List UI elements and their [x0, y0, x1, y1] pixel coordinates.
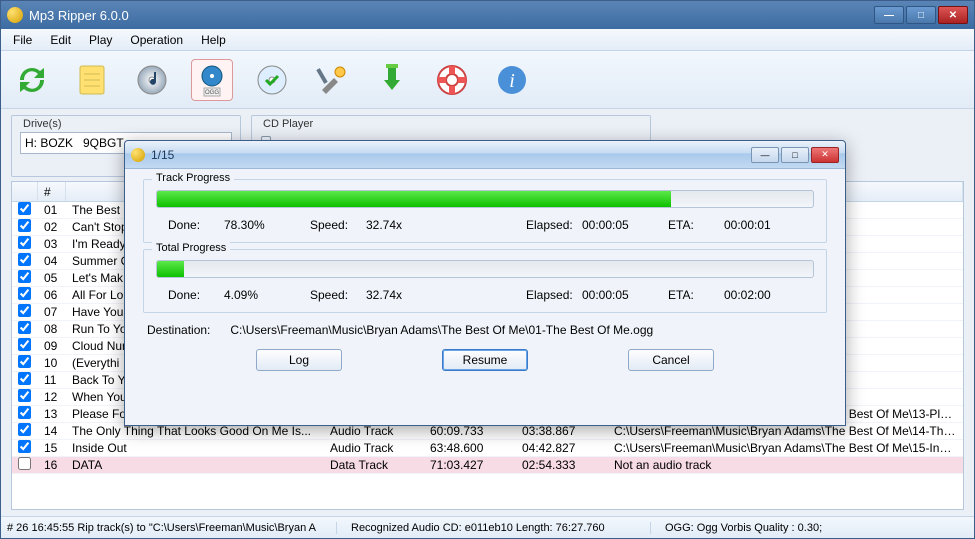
progress-dialog: 1/15 — □ ✕ Track Progress Done: 78.30% S… — [124, 140, 846, 426]
dialog-close-button[interactable]: ✕ — [811, 147, 839, 163]
toolbar: OGG i — [1, 51, 974, 109]
row-checkbox[interactable] — [18, 440, 31, 453]
dialog-minimize-button[interactable]: — — [751, 147, 779, 163]
disc-music-icon[interactable] — [131, 59, 173, 101]
menu-edit[interactable]: Edit — [42, 31, 79, 49]
status-cd: Recognized Audio CD: e011eb10 Length: 76… — [351, 522, 651, 534]
main-titlebar[interactable]: Mp3 Ripper 6.0.0 — □ ✕ — [1, 1, 974, 29]
resume-button[interactable]: Resume — [442, 349, 528, 371]
ogg-format-icon[interactable]: OGG — [191, 59, 233, 101]
dialog-icon — [131, 148, 145, 162]
row-checkbox[interactable] — [18, 287, 31, 300]
status-rip: # 26 16:45:55 Rip track(s) to "C:\Users\… — [7, 522, 337, 534]
app-title: Mp3 Ripper 6.0.0 — [29, 8, 874, 23]
row-checkbox[interactable] — [18, 457, 31, 470]
row-checkbox[interactable] — [18, 389, 31, 402]
total-progress-group: Total Progress Done: 4.09% Speed: 32.74x… — [143, 249, 827, 313]
row-checkbox[interactable] — [18, 423, 31, 436]
row-checkbox[interactable] — [18, 355, 31, 368]
track-progress-group: Track Progress Done: 78.30% Speed: 32.74… — [143, 179, 827, 243]
menu-help[interactable]: Help — [193, 31, 234, 49]
menu-operation[interactable]: Operation — [122, 31, 191, 49]
table-row[interactable]: 15Inside OutAudio Track63:48.60004:42.82… — [12, 440, 963, 457]
col-number[interactable]: # — [38, 182, 66, 201]
log-button[interactable]: Log — [256, 349, 342, 371]
minimize-button[interactable]: — — [874, 6, 904, 24]
help-lifering-icon[interactable] — [431, 59, 473, 101]
info-icon[interactable]: i — [491, 59, 533, 101]
svg-text:OGG: OGG — [205, 90, 219, 96]
row-checkbox[interactable] — [18, 236, 31, 249]
menu-play[interactable]: Play — [81, 31, 120, 49]
row-checkbox[interactable] — [18, 270, 31, 283]
close-button[interactable]: ✕ — [938, 6, 968, 24]
row-checkbox[interactable] — [18, 202, 31, 215]
statusbar: # 26 16:45:55 Rip track(s) to "C:\Users\… — [1, 516, 974, 538]
dialog-maximize-button[interactable]: □ — [781, 147, 809, 163]
download-icon[interactable] — [371, 59, 413, 101]
row-checkbox[interactable] — [18, 338, 31, 351]
cancel-button[interactable]: Cancel — [628, 349, 714, 371]
svg-text:i: i — [509, 70, 515, 92]
table-row[interactable]: 16DATAData Track71:03.42702:54.333Not an… — [12, 457, 963, 474]
cdplayer-label: CD Player — [260, 118, 316, 130]
maximize-button[interactable]: □ — [906, 6, 936, 24]
total-progress-bar — [156, 260, 814, 278]
row-checkbox[interactable] — [18, 406, 31, 419]
dialog-titlebar[interactable]: 1/15 — □ ✕ — [125, 141, 845, 169]
row-checkbox[interactable] — [18, 219, 31, 232]
menu-file[interactable]: File — [5, 31, 40, 49]
tools-icon[interactable] — [311, 59, 353, 101]
dialog-title: 1/15 — [151, 148, 751, 162]
refresh-icon[interactable] — [11, 59, 53, 101]
row-checkbox[interactable] — [18, 321, 31, 334]
note-icon[interactable] — [71, 59, 113, 101]
status-format: OGG: Ogg Vorbis Quality : 0.30; — [665, 522, 822, 534]
menubar: File Edit Play Operation Help — [1, 29, 974, 51]
row-checkbox[interactable] — [18, 372, 31, 385]
track-progress-bar — [156, 190, 814, 208]
destination-label: Destination: — [147, 323, 210, 337]
destination-path: C:\Users\Freeman\Music\Bryan Adams\The B… — [230, 323, 653, 337]
drives-label: Drive(s) — [20, 118, 65, 130]
disc-check-icon[interactable] — [251, 59, 293, 101]
row-checkbox[interactable] — [18, 304, 31, 317]
app-icon — [7, 7, 23, 23]
row-checkbox[interactable] — [18, 253, 31, 266]
